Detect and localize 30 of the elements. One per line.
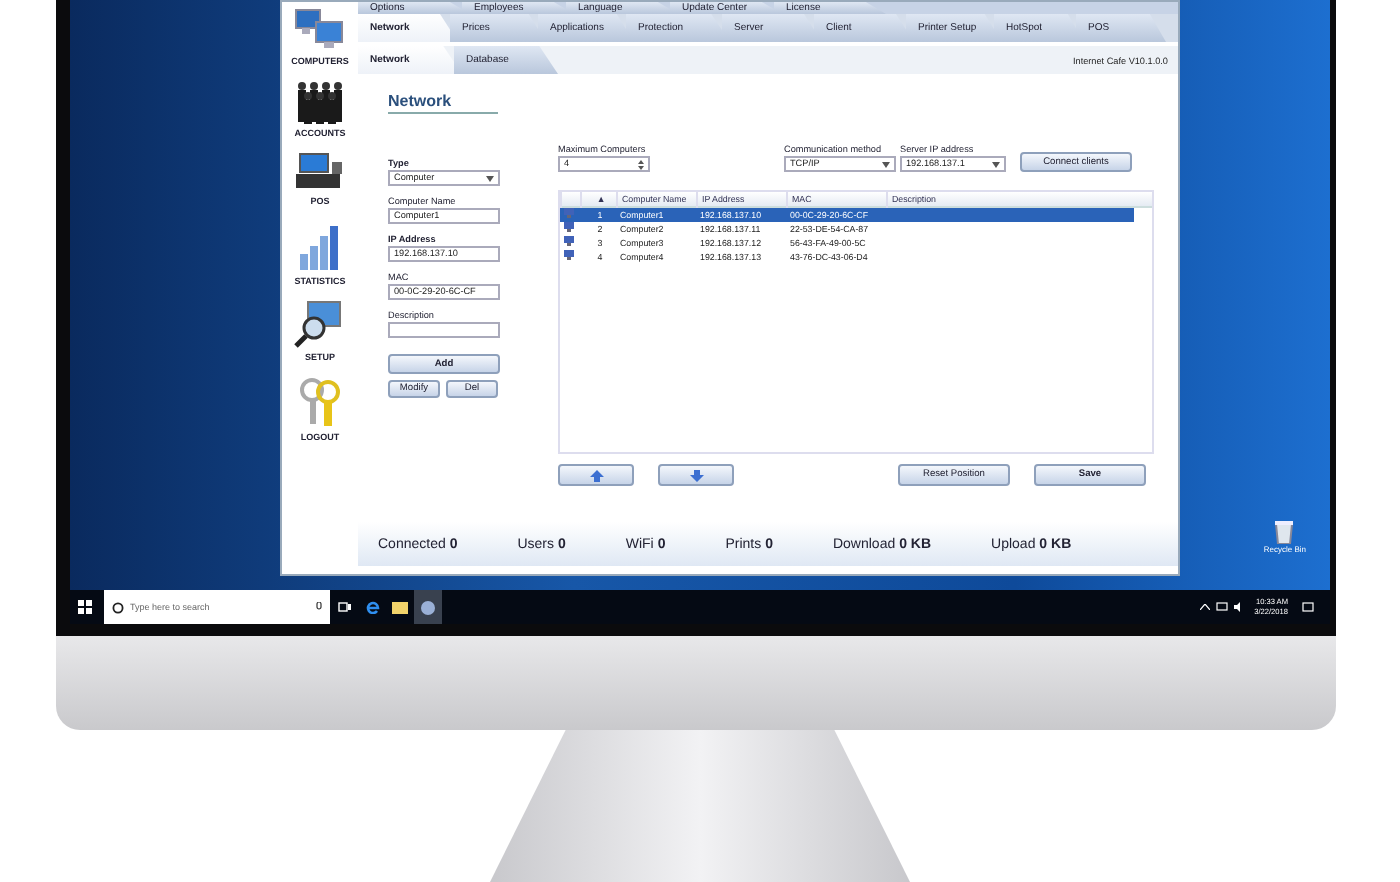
cash-register-icon bbox=[292, 150, 348, 194]
computer-icon bbox=[564, 222, 574, 232]
tray-up-caret-icon bbox=[1200, 604, 1211, 610]
move-up-button[interactable] bbox=[558, 464, 634, 486]
people-group-icon bbox=[292, 78, 348, 126]
network-icon bbox=[1216, 602, 1229, 612]
dropdown-caret-icon bbox=[486, 175, 494, 181]
section-heading: Network bbox=[388, 92, 498, 114]
recycle-bin-icon bbox=[1274, 520, 1295, 544]
app-circle-icon bbox=[420, 599, 436, 615]
computers-icon bbox=[291, 6, 348, 54]
up-arrow-icon bbox=[589, 469, 603, 481]
task-view-icon bbox=[337, 602, 351, 612]
input-field[interactable] bbox=[388, 322, 500, 338]
app-taskbar-button[interactable] bbox=[414, 590, 442, 624]
computer-icon bbox=[564, 208, 574, 218]
keys-icon bbox=[294, 374, 346, 430]
computer-icon bbox=[564, 236, 574, 246]
microphone-icon bbox=[316, 602, 322, 612]
windows-logo-icon bbox=[77, 600, 91, 614]
spinner-arrows-icon bbox=[638, 159, 644, 169]
browser-e-icon bbox=[365, 600, 379, 614]
down-arrow-icon bbox=[689, 469, 703, 481]
folder-icon bbox=[392, 601, 408, 613]
search-icon bbox=[112, 601, 124, 613]
move-down-button[interactable] bbox=[658, 464, 734, 486]
dropdown-caret-icon bbox=[992, 161, 1000, 167]
dropdown-caret-icon bbox=[882, 161, 890, 167]
notification-icon bbox=[1302, 602, 1314, 612]
computer-icon bbox=[564, 250, 574, 260]
